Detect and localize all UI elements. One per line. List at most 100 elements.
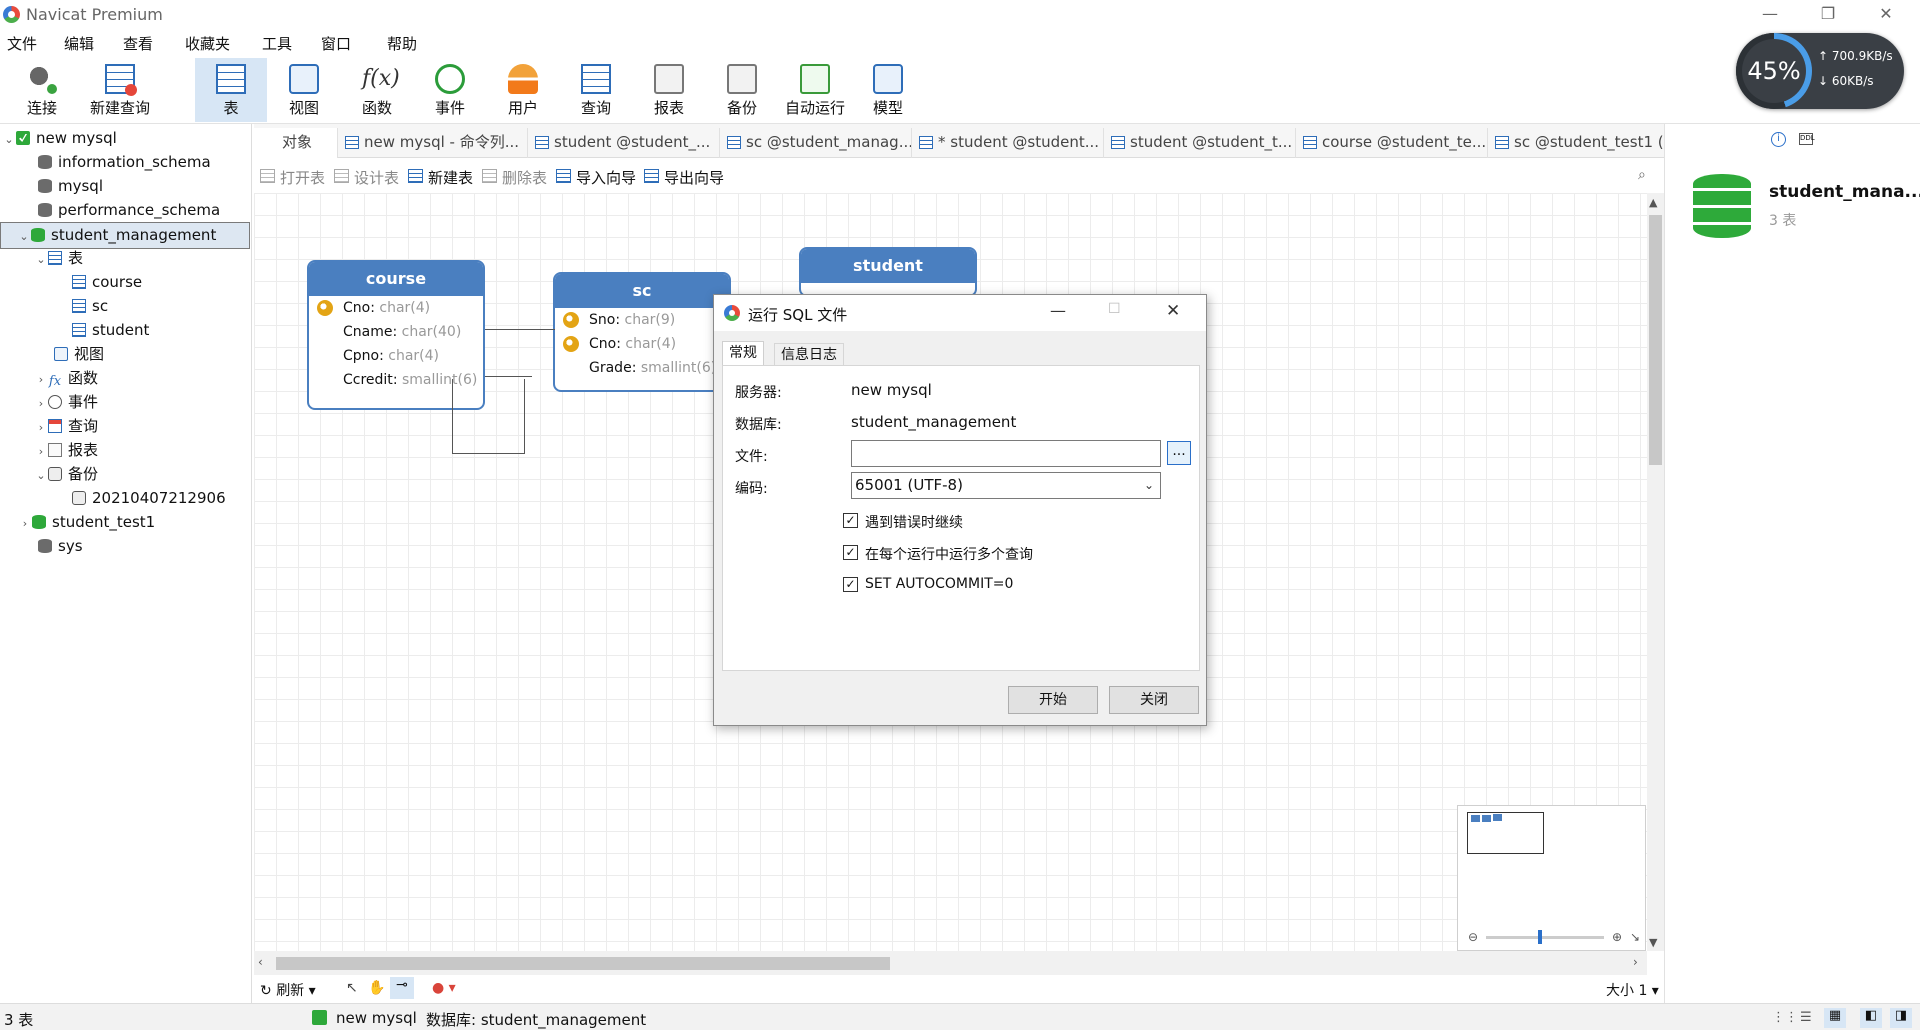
function-button[interactable]: f(x) 函数: [341, 58, 413, 122]
chevron-down-icon[interactable]: ⌄: [34, 248, 48, 272]
close-button[interactable]: 关闭: [1109, 686, 1199, 714]
scroll-left-icon[interactable]: ‹: [258, 955, 263, 969]
file-path-input[interactable]: [851, 440, 1161, 467]
restore-button[interactable]: ❐: [1808, 2, 1848, 26]
entity-student[interactable]: student: [799, 247, 977, 297]
zoom-out-icon[interactable]: ⊖: [1468, 930, 1478, 944]
automation-button[interactable]: 自动运行: [779, 58, 851, 122]
minimize-button[interactable]: —: [1750, 2, 1790, 26]
encoding-select[interactable]: 65001 (UTF-8) ⌄: [851, 472, 1161, 499]
tree-node-reports[interactable]: › 报表: [34, 438, 98, 462]
backup-button[interactable]: 备份: [706, 58, 778, 122]
menu-edit[interactable]: 编辑: [64, 33, 94, 54]
chevron-right-icon[interactable]: ›: [18, 512, 32, 536]
tree-node-sys[interactable]: sys: [24, 534, 83, 558]
color-palette-icon[interactable]: ● ▾: [432, 980, 456, 996]
tree-node-sc[interactable]: sc: [58, 294, 108, 318]
import-wizard-button[interactable]: 导入向导: [556, 167, 636, 188]
search-icon[interactable]: ⌕: [1638, 167, 1646, 183]
start-button[interactable]: 开始: [1008, 686, 1098, 714]
pointer-tool-icon[interactable]: ↖: [346, 980, 358, 996]
chevron-right-icon[interactable]: ›: [34, 392, 48, 416]
tree-node-student-management[interactable]: ⌄ student_management: [0, 222, 250, 249]
tree-node-student-test1[interactable]: › student_test1: [18, 510, 155, 534]
tree-node-events[interactable]: › 事件: [34, 390, 98, 414]
left-panel-toggle-icon[interactable]: ◧: [1860, 1008, 1882, 1028]
tab-general[interactable]: 常规: [722, 341, 764, 366]
tab-sc-test[interactable]: sc @student_test1 (...: [1492, 128, 1668, 158]
diagram-minimap[interactable]: ⊖ ⊕ ↘: [1457, 805, 1646, 951]
tree-node-functions[interactable]: › fx 函数: [34, 366, 98, 390]
chevron-right-icon[interactable]: ›: [34, 440, 48, 464]
delete-table-button[interactable]: 删除表: [482, 167, 547, 188]
tree-node-new-mysql[interactable]: ⌄ new mysql: [2, 126, 116, 152]
view-button[interactable]: 视图: [268, 58, 340, 122]
connect-button[interactable]: 连接: [6, 58, 78, 122]
tree-node-tables[interactable]: ⌄ 表: [34, 246, 83, 270]
right-panel-toggle-icon[interactable]: ◨: [1890, 1008, 1912, 1028]
tab-student[interactable]: student @student_...: [532, 128, 720, 158]
tree-node-performance-schema[interactable]: performance_schema: [24, 198, 220, 222]
continue-on-error-checkbox[interactable]: ✓ 遇到错误时继续: [843, 512, 963, 532]
hand-tool-icon[interactable]: ✋: [368, 980, 385, 996]
tree-node-queries[interactable]: › 查询: [34, 414, 98, 438]
model-button[interactable]: 模型: [852, 58, 924, 122]
zoom-in-icon[interactable]: ⊕: [1612, 930, 1622, 944]
multiple-queries-checkbox[interactable]: ✓ 在每个运行中运行多个查询: [843, 544, 1033, 564]
menu-favorites[interactable]: 收藏夹: [185, 33, 230, 54]
scroll-down-icon[interactable]: ▼: [1649, 936, 1657, 949]
tree-node-mysql[interactable]: mysql: [24, 174, 103, 198]
info-icon[interactable]: i: [1771, 132, 1786, 147]
new-query-button[interactable]: 新建查询: [86, 58, 154, 122]
chevron-down-icon[interactable]: ⌄: [34, 464, 48, 488]
event-button[interactable]: 事件: [414, 58, 486, 122]
report-button[interactable]: 报表: [633, 58, 705, 122]
dialog-minimize-button[interactable]: —: [1050, 301, 1066, 320]
list-view-icon[interactable]: ☰: [1800, 1010, 1812, 1025]
chevron-right-icon[interactable]: ›: [34, 416, 48, 440]
detail-view-icon[interactable]: ▦: [1824, 1008, 1846, 1028]
browse-file-button[interactable]: ...: [1167, 441, 1191, 465]
export-wizard-button[interactable]: 导出向导: [644, 167, 724, 188]
horizontal-scroll-thumb[interactable]: [276, 957, 890, 970]
tree-node-backups[interactable]: ⌄ 备份: [34, 462, 98, 486]
menu-help[interactable]: 帮助: [387, 33, 417, 54]
grid-view-icon[interactable]: ⋮⋮: [1772, 1010, 1798, 1025]
dialog-maximize-button[interactable]: ☐: [1108, 301, 1121, 317]
dialog-close-button[interactable]: ✕: [1166, 301, 1180, 321]
tree-node-views[interactable]: 视图: [40, 342, 104, 366]
chevron-right-icon[interactable]: ›: [34, 368, 48, 392]
tree-node-backup-file[interactable]: 20210407212906: [58, 486, 226, 510]
tree-node-student[interactable]: student: [58, 318, 149, 342]
tree-node-course[interactable]: course: [58, 270, 142, 294]
design-table-button[interactable]: 设计表: [334, 167, 399, 188]
menu-window[interactable]: 窗口: [321, 33, 351, 54]
tab-message-log[interactable]: 信息日志: [774, 343, 844, 365]
entity-sc[interactable]: sc Sno: char(9) Cno: char(4) Grade: smal…: [553, 272, 731, 392]
menu-view[interactable]: 查看: [123, 33, 153, 54]
tab-course[interactable]: course @student_te...: [1300, 128, 1488, 158]
tab-student-test[interactable]: student @student_t...: [1108, 128, 1296, 158]
relation-tool-icon[interactable]: ⊸: [390, 977, 414, 999]
tab-console[interactable]: new mysql - 命令列...: [342, 128, 528, 158]
open-table-button[interactable]: 打开表: [260, 167, 325, 188]
new-table-button[interactable]: 新建表: [408, 167, 473, 188]
tab-student-design[interactable]: * student @student...: [916, 128, 1104, 158]
query-button[interactable]: 查询: [560, 58, 632, 122]
vertical-scroll-thumb[interactable]: [1649, 215, 1662, 465]
menu-file[interactable]: 文件: [7, 33, 37, 54]
table-button[interactable]: 表: [195, 58, 267, 122]
zoom-slider-thumb[interactable]: [1538, 930, 1542, 944]
network-monitor-widget[interactable]: 45% ↑ 700.9KB/s ↓ 60KB/s: [1736, 33, 1904, 109]
tab-objects[interactable]: 对象: [254, 128, 338, 158]
autocommit-checkbox[interactable]: ✓ SET AUTOCOMMIT=0: [843, 576, 1013, 592]
scroll-right-icon[interactable]: ›: [1633, 955, 1638, 969]
close-window-button[interactable]: ✕: [1866, 2, 1906, 26]
tree-node-information-schema[interactable]: information_schema: [24, 150, 211, 174]
fit-icon[interactable]: ↘: [1630, 930, 1640, 944]
scroll-up-icon[interactable]: ▲: [1649, 196, 1657, 209]
ddl-icon[interactable]: DDL: [1799, 133, 1815, 145]
chevron-down-icon[interactable]: ⌄: [2, 128, 16, 152]
menu-tools[interactable]: 工具: [262, 33, 292, 54]
refresh-button[interactable]: ↻ 刷新 ▾: [260, 980, 316, 1000]
